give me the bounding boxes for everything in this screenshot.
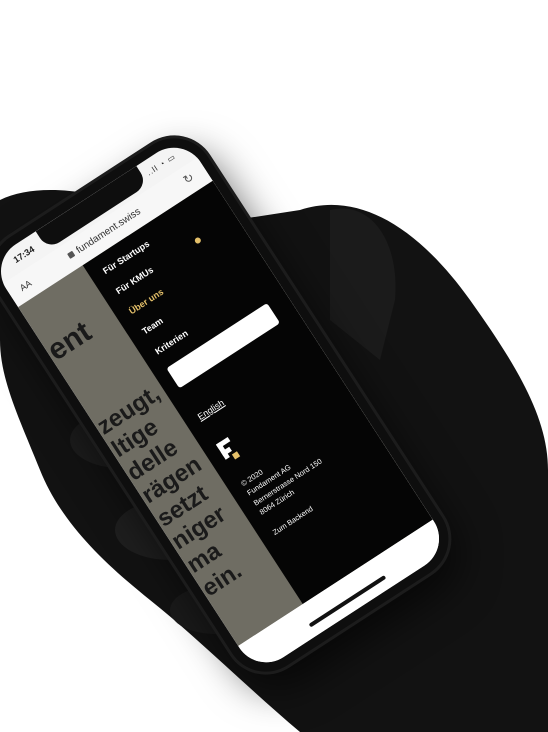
active-dot-icon — [193, 236, 202, 245]
footer-address: © 2020 Fundament AG Bernerstrasse Nord 1… — [239, 411, 370, 518]
menu-item-label: Für KMUs — [114, 264, 156, 297]
photo-scene: 17:34 ..ll ◔ ▭ AA fundament.swiss ↻ ent … — [0, 0, 548, 732]
fundament-logo — [215, 435, 244, 465]
lock-icon — [67, 250, 76, 260]
backend-link[interactable]: Zum Backend — [271, 504, 315, 537]
language-link[interactable]: English — [196, 398, 226, 422]
text-size-button[interactable]: AA — [18, 278, 34, 293]
status-time: 17:34 — [11, 244, 37, 265]
reload-icon[interactable]: ↻ — [181, 170, 197, 187]
